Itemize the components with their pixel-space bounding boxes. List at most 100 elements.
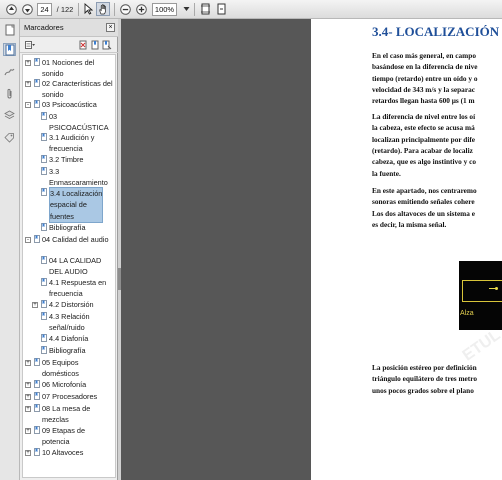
bookmark-label: 3.4 Localización espacial de fuentes (49, 187, 104, 223)
options-menu-icon[interactable] (25, 40, 35, 50)
bookmark-label: 04 LA CALIDAD DEL AUDIO (49, 255, 101, 278)
bookmarks-tree: +01 Nociones del sonido +02 Característica… (22, 54, 116, 478)
bookmark-icon (34, 448, 40, 456)
expand-bookmark-icon[interactable] (102, 40, 112, 50)
tags-icon[interactable] (3, 131, 16, 144)
bookmark-icon (34, 380, 40, 388)
bookmarks-panel: Marcadores × +01 Nociones del sonido +02 C… (20, 19, 118, 480)
paragraph-line: localizan principalmente por dife (372, 134, 476, 144)
bookmark-label: 03 PSICOACÚSTICA (49, 111, 109, 134)
bookmark-label: 05 Equipos domésticos (42, 357, 79, 380)
paragraph-line: Los dos altavoces de un sistema e (372, 208, 475, 218)
zoom-in-icon[interactable] (134, 2, 148, 16)
next-page-icon[interactable] (20, 2, 34, 16)
bookmark-label-line: 05 Equipos (42, 358, 79, 367)
bookmark-label-line: 10 Altavoces (42, 448, 84, 457)
collapse-icon[interactable]: - (25, 102, 31, 108)
paragraph-line: velocidad de 343 m/s y la separac (372, 84, 475, 94)
fit-page-icon[interactable] (198, 2, 212, 16)
paragraph-line: La diferencia de nivel entre los oí (372, 112, 476, 121)
zoom-level-input[interactable]: 100% (152, 3, 177, 16)
bookmark-icon (41, 133, 47, 141)
bookmark-label: Bibliografía (49, 345, 86, 356)
bookmark-label-line: 03 (49, 112, 58, 121)
select-cursor-icon[interactable] (81, 2, 95, 16)
layers-icon[interactable] (3, 109, 16, 122)
expand-icon[interactable]: + (25, 360, 31, 366)
bookmark-label-line: espacial de (50, 200, 87, 210)
bookmark-label-line: 07 Procesadores (42, 392, 98, 401)
bookmark-label: 09 Etapas de potencia (42, 425, 85, 448)
paragraph-line: En el caso más general, en campo (372, 51, 476, 60)
bookmark-icon (34, 58, 40, 66)
bookmark-label-line: 3.2 Timbre (49, 155, 84, 164)
bookmark-label: 3.2 Timbre (49, 154, 83, 165)
bookmark-label-line: 03 Psicoacústica (42, 100, 97, 109)
delete-bookmark-icon[interactable] (78, 40, 88, 50)
bookmark-label: 03 Psicoacústica (42, 99, 97, 110)
bookmark-label-line: 01 Nociones del (42, 58, 95, 67)
bookmark-icon (41, 167, 47, 175)
expand-icon[interactable]: + (25, 428, 31, 434)
bookmark-icon (34, 392, 40, 400)
bookmark-icon (41, 346, 47, 354)
expand-icon[interactable]: + (25, 406, 31, 412)
toolbar-divider (114, 3, 115, 16)
collapse-icon[interactable]: - (25, 237, 31, 243)
page-thumbnails-icon[interactable] (3, 23, 16, 36)
figure-frame (462, 280, 502, 302)
bookmark-label: Bibliografía (49, 222, 86, 233)
panel-title: Marcadores (24, 23, 64, 32)
paragraph-line: la cabeza, este efecto se acusa má (372, 123, 475, 133)
paragraph-line: cabeza, que es algo instintivo y co (372, 157, 476, 167)
page-total: / 122 (56, 4, 74, 14)
bookmark-icon (41, 112, 47, 120)
expand-icon[interactable]: + (25, 60, 31, 66)
page-number-input[interactable]: 24 (37, 3, 52, 16)
zoom-dropdown-icon[interactable] (179, 2, 193, 16)
paragraph-line: (retardo). Para acabar de localiz (372, 145, 473, 155)
paragraph-line: triángulo equilátero de tres metro (372, 374, 477, 384)
bookmark-label: 4.1 Respuesta en frecuencia (49, 277, 106, 300)
bookmark-label: 4.3 Relación señal/ruido (49, 311, 90, 334)
signatures-icon[interactable] (3, 65, 16, 78)
bookmark-label: 08 La mesa de mezclas (42, 403, 90, 426)
paragraph-line: unos pocos grados sobre el plano (372, 385, 474, 395)
paragraph-line: En este apartado, nos centraremo (372, 186, 477, 195)
watermark: ETUL (459, 326, 502, 365)
panel-toolbar (20, 37, 118, 53)
paragraph-line: La posición estéreo por definición (372, 363, 477, 372)
bookmark-icon (34, 404, 40, 412)
zoom-out-icon[interactable] (118, 2, 132, 16)
close-panel-button[interactable]: × (106, 23, 115, 32)
expand-icon[interactable]: + (25, 81, 31, 87)
expand-icon[interactable]: + (25, 450, 31, 456)
bookmark-icon (34, 100, 40, 108)
bookmarks-icon[interactable] (3, 43, 16, 56)
bookmark-label-line: Bibliografía (49, 346, 86, 355)
fit-width-icon[interactable] (214, 2, 228, 16)
previous-page-icon[interactable] (4, 2, 18, 16)
bookmark-label-line: Bibliografía (49, 223, 86, 232)
section-title: 3.4- LOCALIZACIÓN (372, 24, 500, 39)
attachments-icon[interactable] (3, 87, 16, 100)
bookmark-label-line: 3.3 (49, 167, 60, 176)
expand-icon[interactable]: + (32, 302, 38, 308)
new-bookmark-icon[interactable] (90, 40, 100, 50)
bookmark-label: 06 Microfonía (42, 379, 86, 390)
navigation-rail (0, 19, 20, 480)
bookmark-label: 02 Características del sonido (42, 78, 113, 101)
expand-icon[interactable]: + (25, 394, 31, 400)
bookmark-label-line: frecuencia (49, 289, 83, 299)
bookmark-label-line: 08 La mesa de (42, 404, 91, 413)
bookmark-label-line: DEL AUDIO (49, 267, 88, 277)
paragraph-line: basándose en la diferencia de nive (372, 62, 478, 72)
bookmark-label-line: 4.2 Distorsión (49, 300, 94, 309)
bookmark-label: 10 Altavoces (42, 447, 83, 458)
expand-icon[interactable]: + (25, 382, 31, 388)
bookmark-label-line: 4.1 Respuesta en (49, 278, 107, 287)
hand-tool-icon[interactable] (96, 2, 110, 16)
toolbar-divider (194, 3, 195, 16)
bookmark-icon (34, 79, 40, 87)
paragraph-line: es decir, la misma señal. (372, 219, 447, 229)
